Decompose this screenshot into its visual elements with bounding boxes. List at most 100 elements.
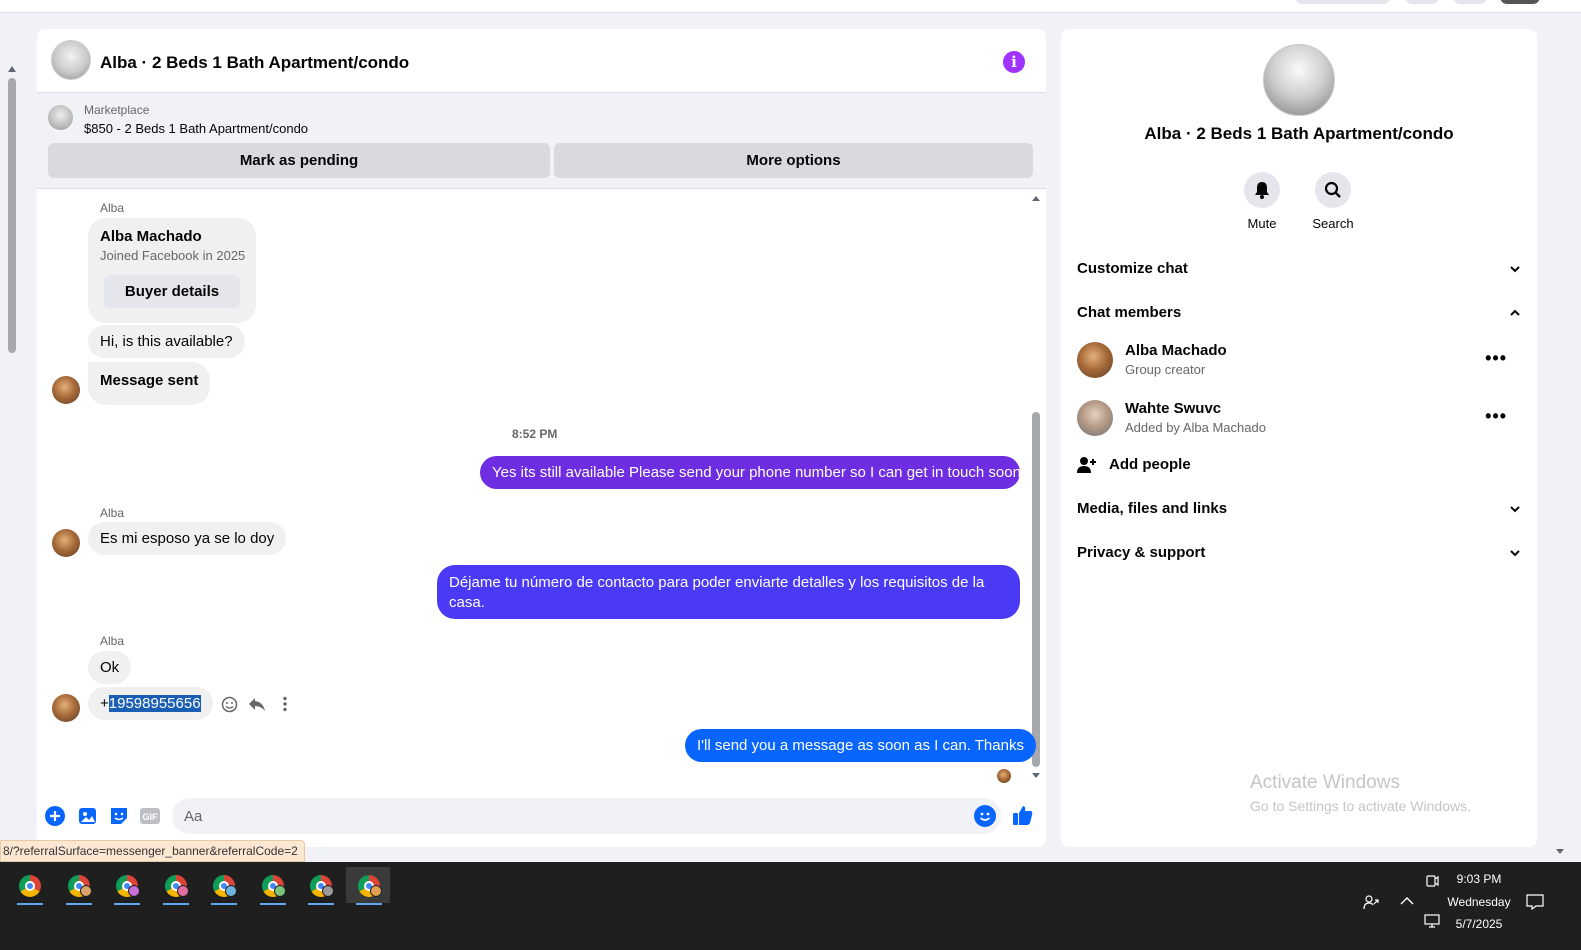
buyer-details-button[interactable]: Buyer details xyxy=(104,275,240,308)
incoming-message[interactable]: Es mi esposo ya se lo doy xyxy=(88,522,287,555)
left-scrollbar[interactable] xyxy=(0,13,22,863)
member-row[interactable]: Wahte Swuvc Added by Alba Machado ••• xyxy=(1077,400,1521,440)
incoming-message[interactable]: Message sent xyxy=(88,362,211,405)
scroll-thumb[interactable] xyxy=(8,78,16,353)
chat-title[interactable]: Alba · 2 Beds 1 Bath Apartment/condo xyxy=(100,53,409,73)
marketplace-label: Marketplace xyxy=(84,103,150,117)
chat-header: Alba · 2 Beds 1 Bath Apartment/condo i xyxy=(37,29,1046,93)
sticker-icon[interactable] xyxy=(108,805,130,827)
mute-button[interactable]: Mute xyxy=(1232,172,1292,231)
meet-now-icon[interactable] xyxy=(1425,874,1439,891)
more-options-button[interactable]: More options xyxy=(554,143,1033,178)
profile-avatar[interactable] xyxy=(1500,0,1540,4)
message-scrollbar[interactable] xyxy=(1030,190,1042,787)
section-label: Customize chat xyxy=(1077,260,1188,277)
outgoing-message[interactable]: Yes its still available Please send your… xyxy=(480,456,1021,489)
outgoing-message[interactable]: Déjame tu número de contacto para poder … xyxy=(437,565,1020,619)
mark-as-pending-button[interactable]: Mark as pending xyxy=(48,143,550,178)
sender-avatar[interactable] xyxy=(52,529,80,557)
profile-badge-icon xyxy=(80,885,92,897)
listing-price[interactable]: $850 - 2 Beds 1 Bath Apartment/condo xyxy=(84,121,308,136)
listing-thumbnail[interactable] xyxy=(48,105,73,130)
customize-chat-section[interactable]: Customize chat xyxy=(1077,260,1521,277)
profile-badge-icon xyxy=(274,885,286,897)
chat-members-section[interactable]: Chat members xyxy=(1077,304,1521,321)
windows-taskbar: 9:03 PM Wednesday 5/7/2025 xyxy=(0,862,1581,950)
thumbs-up-icon[interactable] xyxy=(1012,804,1034,826)
chevron-down-icon xyxy=(1509,546,1521,563)
member-name: Alba Machado xyxy=(1125,342,1227,359)
sender-name: Alba xyxy=(100,634,125,648)
browser-top-bar xyxy=(0,0,1581,13)
profile-badge-icon xyxy=(225,885,237,897)
photo-icon[interactable] xyxy=(77,805,99,827)
profile-badge-icon xyxy=(322,885,334,897)
taskbar-chrome-profile[interactable] xyxy=(250,867,294,905)
gif-icon[interactable]: GIF xyxy=(139,805,161,827)
top-bar-pill[interactable] xyxy=(1295,0,1390,4)
network-icon[interactable] xyxy=(1424,914,1440,931)
clock-time[interactable]: 9:03 PM xyxy=(1448,872,1510,886)
seen-receipt-avatar xyxy=(997,769,1011,783)
reply-icon[interactable] xyxy=(248,695,266,713)
privacy-support-section[interactable]: Privacy & support xyxy=(1077,544,1521,561)
conversation-title: Alba · 2 Beds 1 Bath Apartment/condo xyxy=(1144,124,1454,143)
taskbar-app-indicator xyxy=(17,903,43,905)
outgoing-message[interactable]: I'll send you a message as soon as I can… xyxy=(685,729,1036,762)
watermark-title: Activate Windows xyxy=(1250,772,1400,793)
conversation-avatar[interactable] xyxy=(1263,44,1335,116)
taskbar-chrome-profile[interactable] xyxy=(104,867,148,905)
search-button[interactable]: Search xyxy=(1303,172,1363,231)
taskbar-chrome-profile[interactable] xyxy=(153,867,197,905)
taskbar-chrome-profile[interactable] xyxy=(298,867,342,905)
taskbar-app-indicator xyxy=(260,903,286,905)
taskbar-app-indicator xyxy=(356,903,382,905)
member-avatar xyxy=(1077,400,1113,436)
section-label: Chat members xyxy=(1077,304,1182,321)
sender-avatar[interactable] xyxy=(52,694,80,722)
listing-avatar[interactable] xyxy=(51,40,91,80)
scroll-up-arrow-icon[interactable] xyxy=(8,66,16,72)
scroll-down-arrow-icon[interactable] xyxy=(1032,773,1040,778)
scroll-down-arrow-icon[interactable] xyxy=(1555,843,1565,861)
sender-name: Alba xyxy=(100,201,125,215)
top-bar-pill[interactable] xyxy=(1405,0,1439,4)
taskbar-chrome-profile[interactable] xyxy=(201,867,245,905)
chevron-up-icon[interactable] xyxy=(1400,895,1414,909)
emoji-icon[interactable] xyxy=(974,805,996,827)
member-row[interactable]: Alba Machado Group creator ••• xyxy=(1077,342,1521,382)
message-input[interactable] xyxy=(184,798,964,834)
people-icon[interactable] xyxy=(1363,894,1379,913)
clock-day[interactable]: Wednesday xyxy=(1442,895,1516,909)
sender-avatar[interactable] xyxy=(52,376,80,404)
notification-icon[interactable] xyxy=(1526,894,1544,913)
section-label: Media, files and links xyxy=(1077,500,1228,517)
member-avatar xyxy=(1077,342,1113,378)
taskbar-app-indicator xyxy=(308,903,334,905)
plus-icon[interactable] xyxy=(44,805,66,827)
taskbar-chrome-profile-active[interactable] xyxy=(346,867,390,905)
incoming-message[interactable]: Hi, is this available? xyxy=(88,325,245,358)
scroll-up-arrow-icon[interactable] xyxy=(1032,196,1040,201)
chevron-down-icon xyxy=(1509,502,1521,519)
top-bar-pill[interactable] xyxy=(1453,0,1487,4)
react-icon[interactable] xyxy=(220,695,238,713)
member-role: Group creator xyxy=(1125,362,1206,377)
activate-windows-watermark: Activate Windows Go to Settings to activ… xyxy=(1250,772,1471,814)
more-options-icon[interactable]: ••• xyxy=(1485,348,1507,369)
buyer-joined: Joined Facebook in 2025 xyxy=(100,248,246,263)
taskbar-chrome-app[interactable] xyxy=(7,867,51,905)
taskbar-chrome-profile[interactable] xyxy=(56,867,100,905)
clock-date[interactable]: 5/7/2025 xyxy=(1448,917,1510,931)
scroll-thumb[interactable] xyxy=(1032,412,1040,767)
mute-label: Mute xyxy=(1247,216,1277,231)
phone-number-selected[interactable]: 19598955656 xyxy=(108,695,201,712)
media-files-links-section[interactable]: Media, files and links xyxy=(1077,500,1521,517)
more-options-icon[interactable]: ••• xyxy=(1485,406,1507,427)
incoming-message[interactable]: Ok xyxy=(88,651,132,684)
incoming-phone-message[interactable]: +19598955656 xyxy=(88,687,213,720)
more-vertical-icon[interactable] xyxy=(276,695,294,713)
info-icon[interactable]: i xyxy=(1003,51,1025,73)
member-name: Wahte Swuvc xyxy=(1125,400,1222,417)
buyer-name: Alba Machado xyxy=(100,228,202,245)
